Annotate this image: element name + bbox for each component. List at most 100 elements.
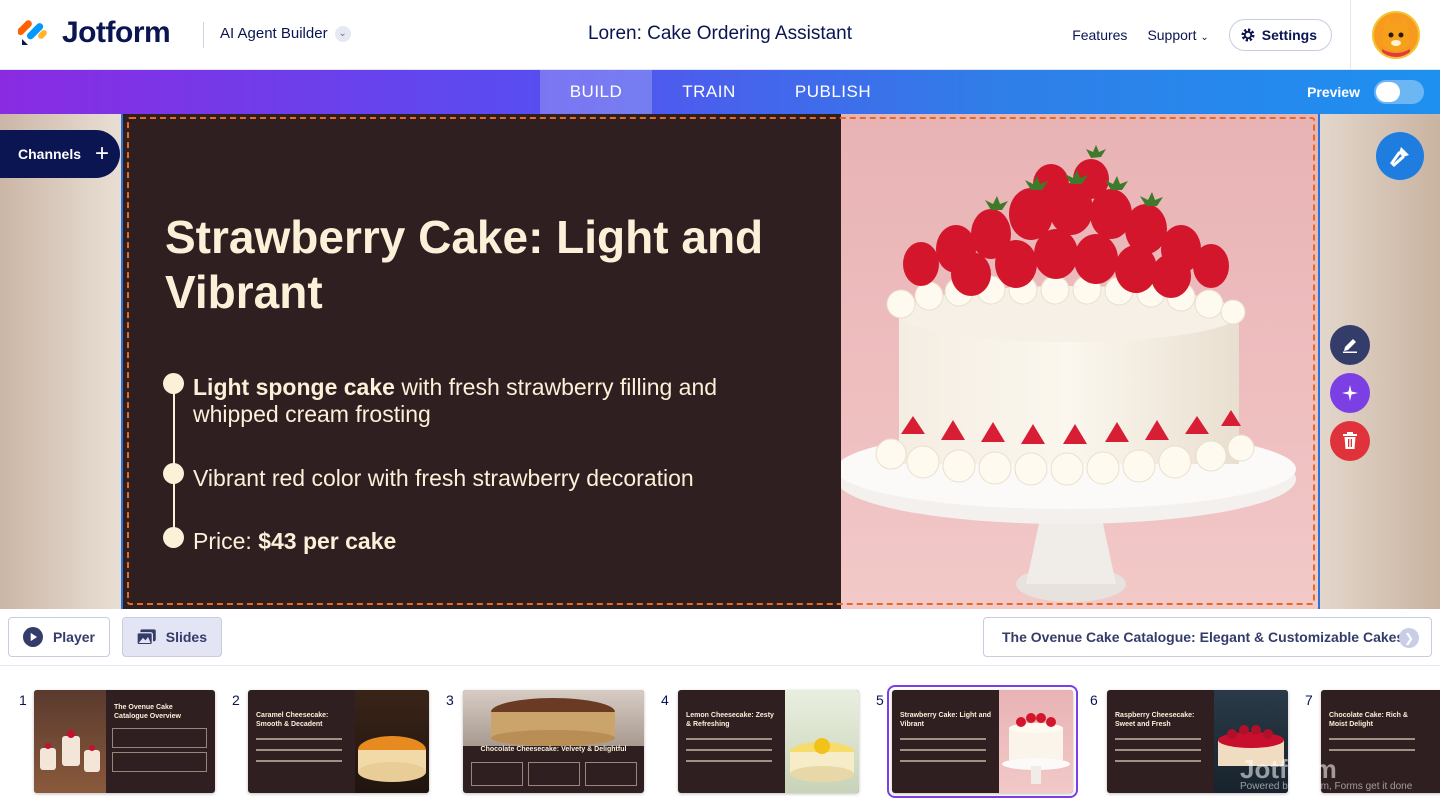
player-label: Player — [52, 629, 95, 645]
thumbnail-box — [471, 762, 523, 786]
builder-label: AI Agent Builder — [220, 25, 328, 42]
thumbnail-image — [34, 690, 106, 793]
tab-build[interactable]: BUILD — [540, 70, 652, 114]
chevron-down-icon: ⌄ — [1200, 32, 1209, 43]
thumbnail-number: 3 — [446, 692, 454, 708]
thumbnail-title: Caramel Cheesecake: Smooth & Decadent — [256, 712, 329, 728]
thumbnail-image — [999, 690, 1073, 793]
thumbnail-title: Lemon Cheesecake: Zesty & Refreshing — [686, 712, 774, 728]
jotform-logo[interactable]: Jotform — [17, 16, 171, 50]
slides-button[interactable]: Slides — [122, 617, 222, 657]
play-icon — [23, 627, 43, 647]
user-avatar[interactable] — [1371, 11, 1420, 59]
slide-controls-bar: Player Slides The Ovenue Cake Catalogue:… — [0, 609, 1440, 666]
thumbnail-box — [528, 762, 580, 786]
top-header: Jotform AI Agent Builder ⌄ Loren: Cake O… — [0, 0, 1440, 70]
bullet-bold: Light sponge cake — [193, 374, 395, 400]
thumbnail-image — [355, 690, 429, 793]
bullet-timeline — [173, 382, 175, 537]
cake-illustration — [841, 145, 1296, 602]
settings-label: Settings — [1261, 27, 1317, 43]
bullet-prefix: Price: — [193, 528, 259, 554]
slide-preview[interactable]: Strawberry Cake: Light and Vibrant Light… — [121, 114, 1320, 609]
settings-button[interactable]: Settings — [1228, 19, 1332, 51]
slide-thumbnail[interactable]: The Ovenue Cake Catalogue Overview — [34, 690, 215, 793]
trash-icon — [1343, 432, 1357, 449]
thumbnail-title: Chocolate Cake: Rich & Moist Delight — [1329, 712, 1408, 728]
gear-icon — [1241, 28, 1255, 42]
chevron-down-icon: ⌄ — [334, 25, 351, 42]
bullet-dot — [163, 527, 184, 548]
thumbnail-title: Strawberry Cake: Light and Vibrant — [900, 712, 992, 728]
thumbnail-number: 1 — [19, 692, 27, 708]
avatar-cat-icon — [1381, 17, 1410, 57]
bullet-item[interactable]: Price: $43 per cake — [193, 528, 783, 555]
delete-slide-button[interactable] — [1330, 421, 1370, 461]
images-icon — [137, 629, 156, 646]
thumbnail-title: The Ovenue Cake Catalogue Overview — [114, 704, 181, 720]
slide-stage: Channels + Strawberry Cake: Light and Vi… — [0, 114, 1440, 609]
agent-title[interactable]: Loren: Cake Ordering Assistant — [588, 23, 852, 44]
thumbnail-lines — [900, 738, 990, 771]
builder-dropdown[interactable]: AI Agent Builder ⌄ — [220, 25, 351, 42]
slide-thumbnail-strip: 1 The Ovenue Cake Catalogue Overview 2 C… — [0, 666, 1440, 810]
mode-bar: BUILD TRAIN PUBLISH Preview — [0, 70, 1440, 114]
thumbnail-image — [785, 690, 859, 793]
header-divider — [203, 22, 204, 48]
thumbnail-lines — [256, 738, 346, 771]
thumbnail-title: Raspberry Cheesecake: Sweet and Fresh — [1115, 712, 1195, 728]
jotform-watermark: Jotform Powered by Jotform, Forms get it… — [1240, 754, 1412, 792]
ai-magic-button[interactable] — [1330, 373, 1370, 413]
bullet-text: Vibrant red color with fresh strawberry … — [193, 465, 694, 491]
slide-thumbnail[interactable]: Caramel Cheesecake: Smooth & Decadent — [248, 690, 429, 793]
thumbnail-number: 6 — [1090, 692, 1098, 708]
preview-toggle[interactable] — [1374, 80, 1424, 104]
design-tools-button[interactable] — [1376, 132, 1424, 180]
chevron-right-icon: ❯ — [1399, 628, 1419, 648]
slides-label: Slides — [165, 629, 207, 645]
features-link[interactable]: Features — [1072, 27, 1127, 43]
slide-text-panel: Strawberry Cake: Light and Vibrant Light… — [123, 114, 841, 609]
logo-text: Jotform — [62, 16, 171, 49]
support-label: Support — [1147, 27, 1197, 43]
thumbnail-lines — [686, 738, 776, 771]
thumbnail-image — [463, 690, 644, 746]
catalogue-title-button[interactable]: The Ovenue Cake Catalogue: Elegant & Cus… — [983, 617, 1432, 657]
bullet-bold: $43 per cake — [258, 528, 397, 554]
watermark-subtext: Powered by Jotform, Forms get it done — [1240, 781, 1413, 792]
thumbnail-title: Chocolate Cheesecake: Velvety & Delightf… — [480, 746, 627, 753]
jotform-logo-icon — [17, 17, 50, 49]
channels-label: Channels — [18, 146, 82, 162]
bullet-item[interactable]: Light sponge cake with fresh strawberry … — [193, 374, 783, 428]
thumbnail-number: 4 — [661, 692, 669, 708]
edit-slide-button[interactable] — [1330, 325, 1370, 365]
thumbnail-box — [585, 762, 637, 786]
plus-icon: + — [95, 140, 110, 167]
paint-roller-icon — [1390, 147, 1409, 168]
thumbnail-number: 2 — [232, 692, 240, 708]
bullet-item[interactable]: Vibrant red color with fresh strawberry … — [193, 465, 783, 492]
slide-thumbnail[interactable]: Lemon Cheesecake: Zesty & Refreshing — [678, 690, 859, 793]
preview-label: Preview — [1307, 84, 1360, 100]
bullet-dot — [163, 463, 184, 484]
slide-thumbnail[interactable]: Chocolate Cheesecake: Velvety & Delightf… — [463, 690, 644, 793]
slide-thumbnail-selected[interactable]: Strawberry Cake: Light and Vibrant — [887, 685, 1078, 798]
player-button[interactable]: Player — [8, 617, 110, 657]
thumbnail-box — [112, 728, 207, 748]
tab-train[interactable]: TRAIN — [652, 70, 766, 114]
pen-icon — [1343, 339, 1357, 353]
sparkle-icon — [1342, 385, 1358, 401]
support-menu[interactable]: Support ⌄ — [1147, 27, 1208, 43]
thumbnail-box — [112, 752, 207, 772]
strawberry-cake-image[interactable] — [841, 114, 1318, 609]
watermark-text: Jotform — [1240, 754, 1337, 784]
thumbnail-number: 7 — [1305, 692, 1313, 708]
catalogue-title: The Ovenue Cake Catalogue: Elegant & Cus… — [1002, 629, 1405, 645]
thumbnail-lines — [1115, 738, 1205, 771]
channels-button[interactable]: Channels + — [0, 130, 120, 178]
slide-title[interactable]: Strawberry Cake: Light and Vibrant — [165, 210, 805, 320]
toggle-knob — [1376, 82, 1400, 102]
tab-publish[interactable]: PUBLISH — [766, 70, 900, 114]
bullet-dot — [163, 373, 184, 394]
thumbnail-number: 5 — [876, 692, 884, 708]
